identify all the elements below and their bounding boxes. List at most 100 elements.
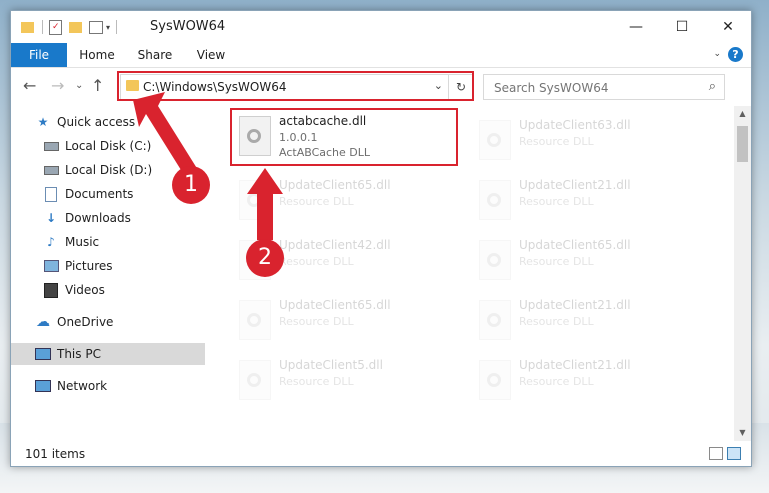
sidebar-item-label: Videos (65, 283, 105, 297)
file-item[interactable]: UpdateClient65.dll Resource DLL (231, 294, 457, 348)
tab-file[interactable]: File (11, 43, 67, 67)
sidebar-item-label: Documents (65, 187, 134, 201)
dll-file-icon (479, 240, 511, 280)
item-count: 101 items (25, 447, 86, 461)
sidebar-item-pictures[interactable]: Pictures 📌 (11, 255, 237, 277)
tab-home[interactable]: Home (75, 43, 119, 67)
dll-file-icon (479, 180, 511, 220)
sidebar-item-label: Pictures (65, 259, 113, 273)
file-name: UpdateClient63.dll (519, 118, 631, 132)
music-icon: ♪ (47, 235, 55, 249)
file-type: Resource DLL (519, 195, 594, 208)
file-highlight-box (230, 108, 458, 166)
sidebar-item-label: Local Disk (C:) (65, 139, 152, 153)
status-bar: 101 items (11, 442, 751, 466)
file-name: UpdateClient21.dll (519, 178, 631, 192)
scrollbar-thumb[interactable] (737, 126, 748, 162)
file-item[interactable]: UpdateClient5.dll Resource DLL (231, 354, 457, 408)
file-name: UpdateClient65.dll (279, 178, 391, 192)
help-button[interactable]: ? (728, 47, 743, 62)
sidebar-item-music[interactable]: ♪ Music 📌 (11, 231, 237, 253)
drive-icon (43, 163, 59, 177)
file-type: Resource DLL (279, 315, 354, 328)
sidebar-item-downloads[interactable]: ↓ Downloads 📌 (11, 207, 237, 229)
file-type: Resource DLL (519, 135, 594, 148)
dll-file-icon (239, 360, 271, 400)
window-title: SysWOW64 (150, 19, 226, 34)
dll-file-icon (239, 180, 271, 220)
navigation-pane: ★ Quick access Local Disk (C:) 📌 Local D… (11, 106, 235, 441)
separator (116, 20, 118, 34)
sidebar-item-label: Downloads (65, 211, 131, 225)
properties-icon[interactable]: ✓ (49, 19, 62, 35)
sidebar-item-label: OneDrive (57, 315, 114, 329)
network-icon (35, 379, 51, 393)
sidebar-item-local-disk-c[interactable]: Local Disk (C:) 📌 (11, 135, 237, 157)
file-name: UpdateClient65.dll (519, 238, 631, 252)
quick-access-toolbar: ✓ ▾ (21, 19, 118, 35)
view-switcher (709, 447, 741, 460)
cloud-icon: ☁ (36, 314, 50, 330)
folder-icon[interactable] (21, 21, 34, 33)
file-item[interactable]: UpdateClient21.dll Resource DLL (471, 294, 697, 348)
file-name: UpdateClient42.dll (279, 238, 391, 252)
sidebar-item-label: Local Disk (D:) (65, 163, 153, 177)
download-icon: ↓ (45, 211, 57, 225)
file-type: Resource DLL (279, 375, 354, 388)
new-folder-icon[interactable] (69, 21, 82, 33)
file-type: Resource DLL (519, 315, 594, 328)
back-button[interactable]: ← (23, 76, 36, 95)
file-item[interactable]: UpdateClient21.dll Resource DLL (471, 174, 697, 228)
chevron-down-icon[interactable]: ▾ (106, 23, 110, 32)
dll-file-icon (479, 300, 511, 340)
file-name: UpdateClient21.dll (519, 298, 631, 312)
tab-share[interactable]: Share (133, 43, 177, 67)
scroll-up-icon[interactable]: ▲ (734, 106, 751, 122)
file-type: Resource DLL (279, 255, 354, 268)
file-name: UpdateClient65.dll (279, 298, 391, 312)
file-name: UpdateClient5.dll (279, 358, 383, 372)
close-button[interactable]: ✕ (705, 11, 751, 43)
up-button[interactable]: ↑ (91, 76, 104, 95)
details-view-icon[interactable] (709, 447, 723, 460)
forward-button[interactable]: → (51, 76, 64, 95)
sidebar-item-videos[interactable]: Videos 📌 (11, 279, 237, 301)
file-type: Resource DLL (279, 195, 354, 208)
recent-locations-button[interactable]: ⌄ (75, 80, 83, 91)
sidebar-item-network[interactable]: Network (11, 375, 229, 397)
dll-file-icon (239, 300, 271, 340)
sidebar-item-label: Quick access (57, 115, 136, 129)
sidebar-item-onedrive[interactable]: ☁ OneDrive (11, 311, 229, 333)
drive-icon (43, 139, 59, 153)
sidebar-item-this-pc[interactable]: This PC (11, 343, 205, 365)
search-box[interactable]: ⌕ (483, 74, 725, 100)
file-item[interactable]: UpdateClient21.dll Resource DLL (471, 354, 697, 408)
chevron-down-icon[interactable]: ⌄ (713, 49, 721, 59)
step-1-badge: 1 (172, 166, 210, 204)
step-2-badge: 2 (246, 239, 284, 277)
explorer-window: ✓ ▾ SysWOW64 — ☐ ✕ File Home Share View … (10, 10, 752, 467)
maximize-button[interactable]: ☐ (659, 11, 705, 43)
file-type: Resource DLL (519, 255, 594, 268)
tiles-view-icon[interactable] (727, 447, 741, 460)
customize-icon[interactable] (89, 20, 103, 34)
file-type: Resource DLL (519, 375, 594, 388)
computer-icon (35, 347, 51, 361)
separator (42, 20, 43, 34)
videos-icon (43, 282, 59, 298)
sidebar-item-quick-access[interactable]: ★ Quick access (11, 111, 229, 133)
vertical-scrollbar[interactable]: ▲ ▼ (734, 106, 751, 441)
file-item[interactable]: UpdateClient63.dll Resource DLL (471, 114, 697, 168)
scroll-down-icon[interactable]: ▼ (734, 425, 751, 441)
search-icon[interactable]: ⌕ (709, 79, 716, 94)
documents-icon (43, 186, 59, 202)
sidebar-item-label: Network (57, 379, 108, 393)
file-item[interactable]: UpdateClient65.dll Resource DLL (231, 174, 457, 228)
dll-file-icon (479, 360, 511, 400)
address-highlight-box (117, 71, 474, 101)
dll-file-icon (479, 120, 511, 160)
minimize-button[interactable]: — (613, 11, 659, 43)
file-item[interactable]: UpdateClient65.dll Resource DLL (471, 234, 697, 288)
search-input[interactable] (492, 78, 696, 97)
tab-view[interactable]: View (191, 43, 231, 67)
